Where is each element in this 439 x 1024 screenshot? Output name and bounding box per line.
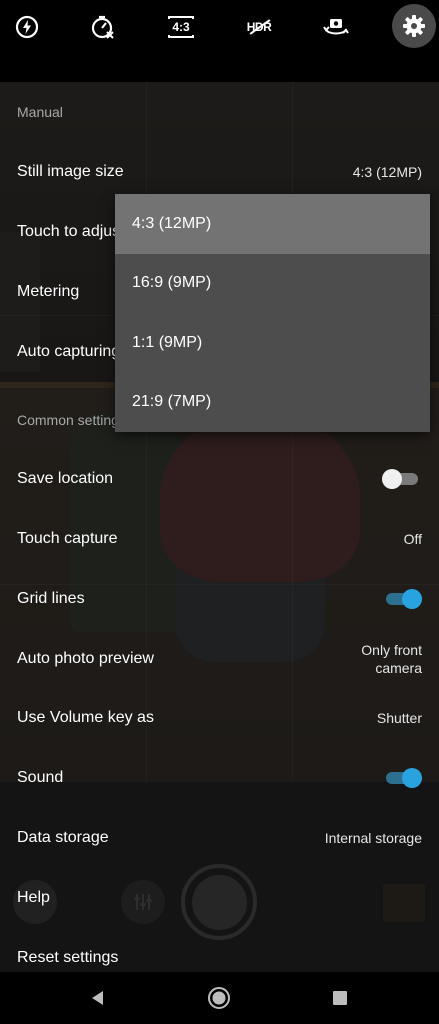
home-icon xyxy=(208,987,230,1009)
aspect-ratio-text: 4:3 xyxy=(172,20,190,34)
recents-button[interactable] xyxy=(328,986,352,1010)
setting-label: Auto photo preview xyxy=(17,650,154,667)
setting-save-location[interactable]: Save location xyxy=(0,449,439,509)
back-icon xyxy=(92,991,103,1005)
setting-label: Reset settings xyxy=(17,949,119,966)
setting-value: Only front camera xyxy=(361,641,422,677)
setting-label: Help xyxy=(17,889,50,906)
settings-button[interactable] xyxy=(392,4,436,48)
save-location-toggle[interactable] xyxy=(382,469,422,489)
setting-data-storage[interactable]: Data storage Internal storage xyxy=(0,808,439,868)
recents-icon xyxy=(333,991,347,1005)
aspect-ratio-button[interactable]: 4:3 xyxy=(160,6,202,48)
timer-off-icon xyxy=(91,15,114,39)
dropdown-option-label: 1:1 (9MP) xyxy=(132,333,203,351)
flash-auto-button[interactable] xyxy=(6,6,48,48)
switch-camera-button[interactable] xyxy=(315,6,357,48)
dropdown-option[interactable]: 1:1 (9MP) xyxy=(115,313,430,373)
aspect-ratio-icon: 4:3 xyxy=(168,16,194,38)
setting-label: Touch to adjust xyxy=(17,223,125,240)
flash-auto-icon xyxy=(15,15,39,39)
system-navigation-bar xyxy=(0,972,439,1024)
setting-volume-key[interactable]: Use Volume key as Shutter xyxy=(0,688,439,748)
section-header-manual: Manual xyxy=(17,104,63,120)
setting-value: Off xyxy=(403,531,422,547)
switch-camera-icon xyxy=(323,19,349,35)
camera-top-bar: 4:3 HDR xyxy=(0,0,439,82)
setting-value-line: camera xyxy=(375,660,422,676)
dropdown-option-label: 4:3 (12MP) xyxy=(132,214,212,232)
setting-label: Metering xyxy=(17,283,80,300)
dropdown-option[interactable]: 4:3 (12MP) xyxy=(115,194,430,254)
dropdown-option[interactable]: 16:9 (9MP) xyxy=(115,254,430,314)
setting-auto-photo-preview[interactable]: Auto photo preview Only front camera xyxy=(0,629,439,689)
toggle-knob xyxy=(402,589,422,609)
section-header-common: Common settings xyxy=(17,412,126,428)
setting-label: Save location xyxy=(17,470,114,487)
grid-lines-toggle[interactable] xyxy=(382,589,422,609)
dropdown-option-label: 21:9 (7MP) xyxy=(132,393,212,411)
setting-label: Use Volume key as xyxy=(17,709,154,726)
setting-label: Touch capture xyxy=(17,530,118,547)
back-button[interactable] xyxy=(86,986,110,1010)
setting-value-line: Only front xyxy=(361,642,422,658)
dropdown-option-label: 16:9 (9MP) xyxy=(132,274,212,292)
setting-touch-capture[interactable]: Touch capture Off xyxy=(0,509,439,569)
hdr-off-icon: HDR xyxy=(245,17,273,37)
gear-icon xyxy=(403,15,425,37)
setting-label: Data storage xyxy=(17,829,109,846)
setting-label: Grid lines xyxy=(17,590,85,607)
still-image-size-dropdown: 4:3 (12MP) 16:9 (9MP) 1:1 (9MP) 21:9 (7M… xyxy=(115,194,430,432)
dropdown-option[interactable]: 21:9 (7MP) xyxy=(115,373,430,433)
timer-button[interactable] xyxy=(82,6,124,48)
setting-grid-lines[interactable]: Grid lines xyxy=(0,569,439,629)
hdr-button[interactable]: HDR xyxy=(238,6,280,48)
setting-label: Sound xyxy=(17,769,64,786)
toggle-knob xyxy=(382,469,402,489)
setting-value: Internal storage xyxy=(324,830,422,846)
setting-still-image-size[interactable]: Still image size 4:3 (12MP) xyxy=(0,142,439,202)
setting-help[interactable]: Help xyxy=(0,868,439,928)
setting-label: Auto capturing xyxy=(17,343,121,360)
sound-toggle[interactable] xyxy=(382,768,422,788)
setting-value: 4:3 (12MP) xyxy=(352,164,422,180)
setting-label: Still image size xyxy=(17,163,124,180)
setting-value: Shutter xyxy=(376,710,422,726)
toggle-knob xyxy=(402,768,422,788)
home-button[interactable] xyxy=(207,986,231,1010)
setting-sound[interactable]: Sound xyxy=(0,748,439,808)
